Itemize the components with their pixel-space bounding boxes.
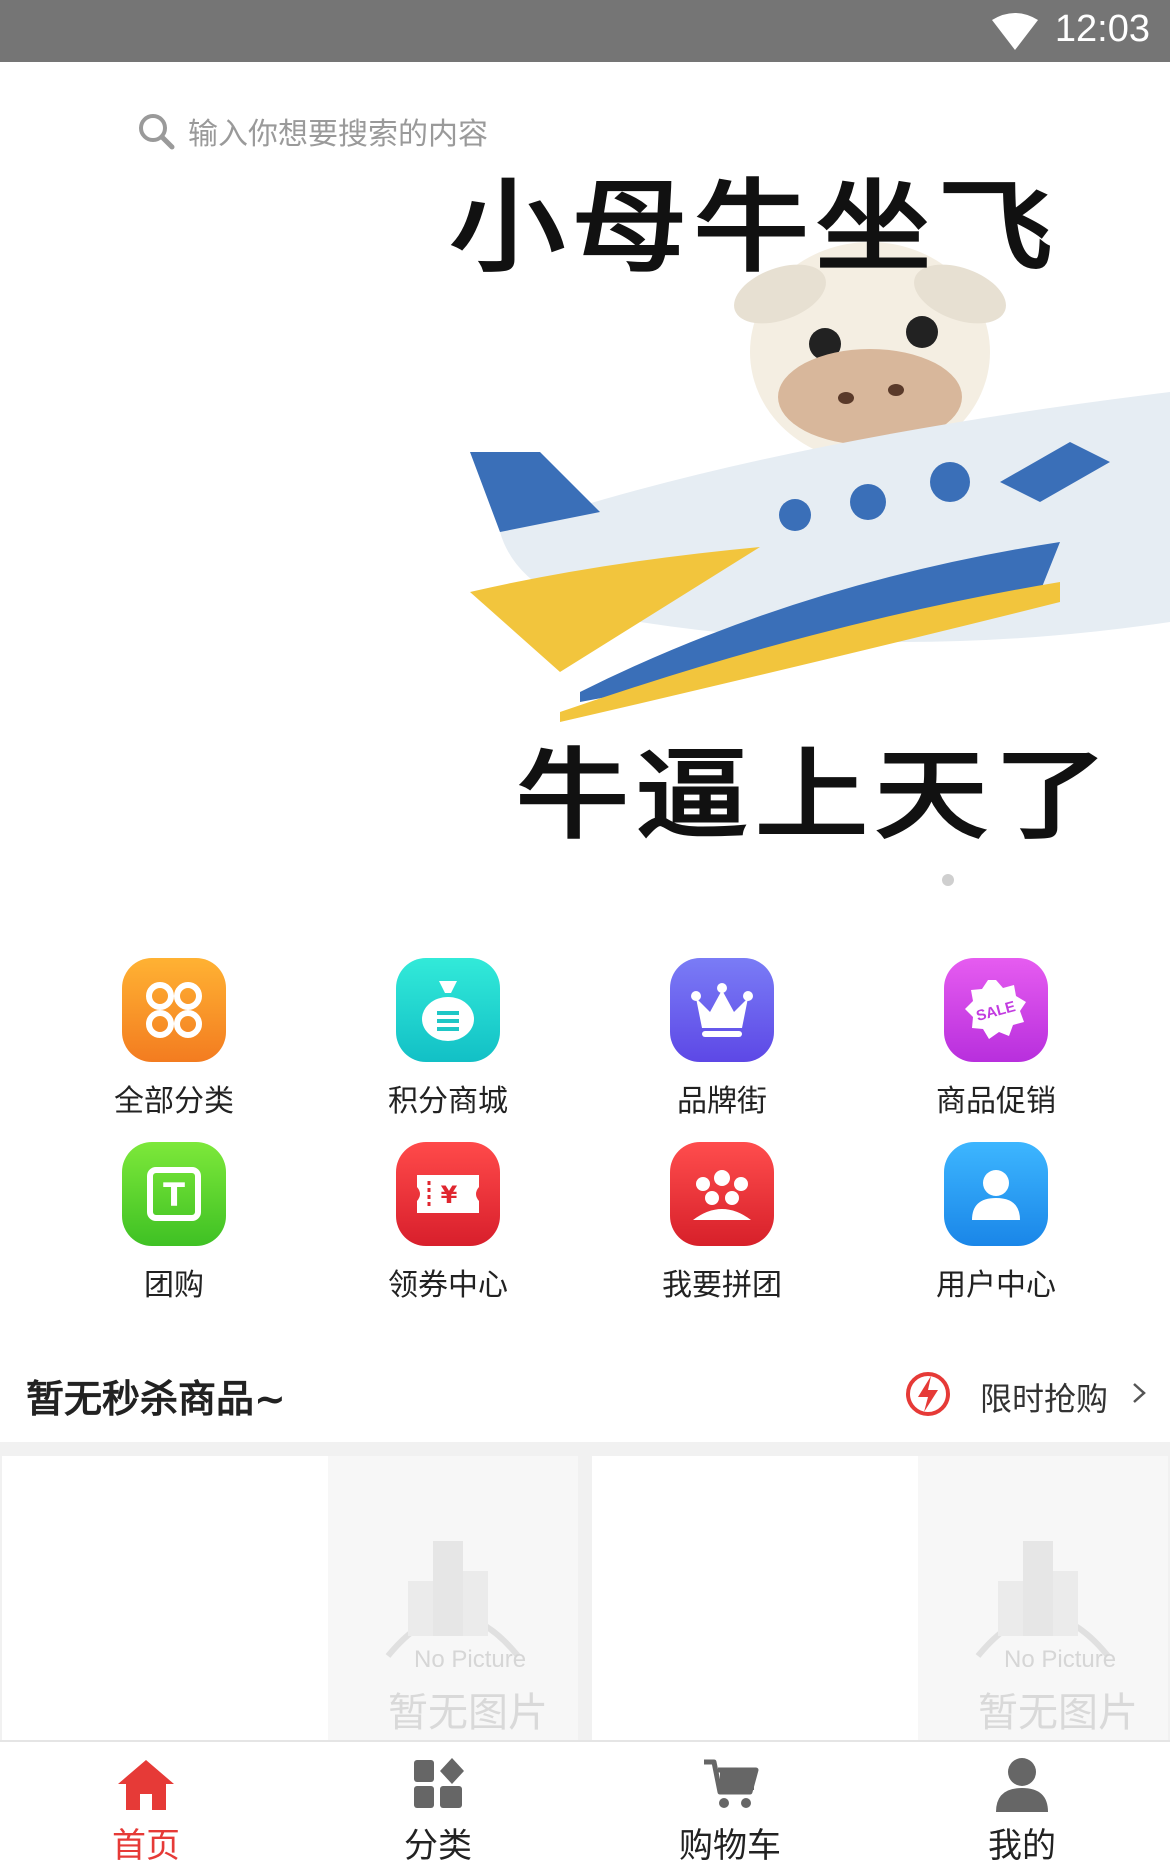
tab-label: 首页	[112, 1826, 180, 1866]
sale-tag-icon: SALE	[944, 958, 1048, 1062]
cart-icon	[704, 1759, 759, 1808]
group-buy-icon: T	[122, 1142, 226, 1246]
search-placeholder: 输入你想要搜索的内容	[188, 117, 488, 152]
quick-link-coupon-center[interactable]: ¥ 领券中心	[338, 1142, 558, 1304]
quick-link-label: 我要拼团	[662, 1268, 782, 1303]
tab-label: 购物车	[679, 1826, 781, 1866]
flash-sale-title: 暂无秒杀商品~	[26, 1377, 286, 1421]
quick-link-label: 积分商城	[388, 1084, 508, 1119]
flash-sale-header: 暂无秒杀商品~ 限时抢购	[0, 1362, 1170, 1436]
bottom-nav: 首页 分类 购物车 我的	[0, 1740, 1170, 1872]
quick-link-label: 商品促销	[936, 1084, 1056, 1119]
carousel-indicator	[942, 874, 954, 886]
lightning-icon	[906, 1372, 950, 1416]
wifi-icon	[992, 13, 1038, 50]
quick-link-all-categories[interactable]: 全部分类	[64, 958, 284, 1120]
tab-category[interactable]: 分类	[338, 1756, 538, 1867]
svg-text:T: T	[163, 1176, 185, 1214]
search-bar[interactable]: 输入你想要搜索的内容	[136, 106, 488, 156]
quick-link-group-buy[interactable]: T 团购	[64, 1142, 284, 1304]
quick-link-label: 用户中心	[936, 1268, 1056, 1303]
tab-cart[interactable]: 购物车	[630, 1756, 830, 1867]
product-card[interactable]: No Picture 暂无图片	[592, 1456, 1168, 1740]
quick-link-points-mall[interactable]: 积分商城	[338, 958, 558, 1120]
quick-link-label: 领券中心	[388, 1268, 508, 1303]
quick-link-label: 全部分类	[114, 1084, 234, 1119]
coupon-icon: ¥	[396, 1142, 500, 1246]
tab-label: 我的	[988, 1826, 1056, 1866]
tab-label: 分类	[404, 1826, 472, 1866]
divider	[0, 1442, 1170, 1456]
user-icon	[996, 1758, 1048, 1812]
quick-link-label: 品牌街	[677, 1084, 767, 1119]
grid-icon	[122, 958, 226, 1062]
quick-link-team-buy[interactable]: 我要拼团	[612, 1142, 832, 1304]
no-picture-text: No Picture	[414, 1646, 527, 1673]
quick-link-user-center[interactable]: 用户中心	[886, 1142, 1106, 1304]
chevron-right-icon[interactable]	[1130, 1378, 1148, 1408]
clock: 12:03	[1054, 8, 1150, 50]
no-picture-text-zh: 暂无图片	[978, 1690, 1138, 1736]
quick-link-promotions[interactable]: SALE 商品促销	[886, 958, 1106, 1120]
banner-caption-bottom: 牛逼上天了	[516, 738, 1115, 853]
tab-profile[interactable]: 我的	[922, 1756, 1122, 1867]
no-picture-text-zh: 暂无图片	[388, 1690, 548, 1736]
people-icon	[670, 1142, 774, 1246]
banner-carousel[interactable]: 输入你想要搜索的内容 小母牛坐飞 牛逼上天了	[0, 62, 1170, 922]
flash-sale-products: No Picture 暂无图片 No Picture 暂无图片	[0, 1456, 1170, 1740]
svg-text:¥: ¥	[441, 1181, 458, 1209]
tab-home[interactable]: 首页	[46, 1756, 246, 1867]
banner-caption-top: 小母牛坐飞	[450, 168, 1060, 286]
home-icon	[118, 1760, 174, 1810]
product-card[interactable]: No Picture 暂无图片	[2, 1456, 578, 1740]
status-bar: 12:03	[0, 0, 1170, 62]
user-icon	[944, 1142, 1048, 1246]
no-picture-text: No Picture	[1004, 1646, 1117, 1673]
quick-link-brand-street[interactable]: 品牌街	[612, 958, 832, 1120]
quick-link-label: 团购	[144, 1268, 204, 1303]
search-icon	[139, 114, 175, 150]
crown-icon	[670, 958, 774, 1062]
money-bag-icon	[396, 958, 500, 1062]
flash-sale-link[interactable]: 限时抢购	[980, 1374, 1108, 1420]
category-icon	[414, 1758, 464, 1808]
